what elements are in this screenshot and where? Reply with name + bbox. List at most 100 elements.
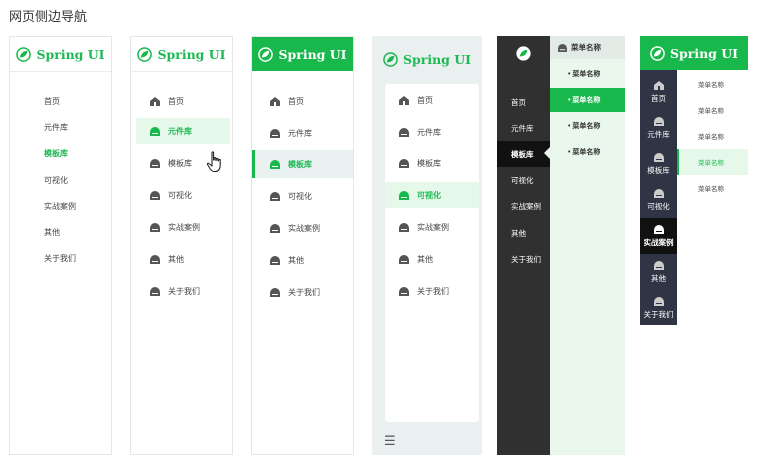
sidebar-dark-submenu: 首页 元件库 模板库 可视化 实战案例 其他 关于我们 菜单名称 • 菜单名称 … [497, 36, 625, 455]
menu-item-components[interactable]: 元件库 [385, 119, 479, 145]
rail-item-templates[interactable]: 模板库 [640, 146, 677, 182]
sidebar-card: Spring UI 首页 元件库 模板库 可视化 实战案例 其他 关于我们 ☰ [372, 36, 482, 455]
dome-icon [653, 224, 664, 234]
rail-item-home[interactable]: 首页 [640, 74, 677, 110]
brand-logo[interactable] [497, 36, 550, 70]
submenu-item[interactable]: • 菜单名称 [550, 140, 625, 164]
dome-icon [653, 260, 664, 270]
dome-icon [270, 128, 280, 138]
sidebar-icon-rail: Spring UI 首页 元件库 模板库 可视化 实战案例 其他 关于我们 菜单… [640, 36, 748, 455]
menu-item-components[interactable]: 元件库 [44, 122, 68, 133]
home-icon [399, 95, 409, 105]
menu-item-other[interactable]: 其他 [385, 246, 479, 272]
dome-icon [150, 254, 160, 264]
menu-toggle-icon[interactable]: ☰ [384, 433, 396, 449]
menu-item-about[interactable]: 关于我们 [385, 278, 479, 304]
brand-logo[interactable]: Spring UI [252, 37, 353, 71]
home-icon [270, 96, 280, 106]
leaf-logo-icon [650, 45, 665, 61]
menu-item-cases[interactable]: 实战案例 [136, 214, 230, 240]
brand-logo[interactable]: Spring UI [10, 37, 111, 72]
dome-icon [270, 223, 280, 233]
submenu-item[interactable]: 菜单名称 [677, 149, 748, 175]
menu-item-home[interactable]: 首页 [385, 87, 479, 113]
rail-item-components[interactable]: 元件库 [640, 110, 677, 146]
menu-item-templates[interactable]: 模板库 [497, 141, 550, 167]
dome-icon [270, 287, 280, 297]
rail-item-about[interactable]: 关于我们 [640, 290, 677, 326]
brand-name: Spring UI [36, 46, 105, 62]
dome-icon [399, 222, 409, 232]
dome-icon [399, 127, 409, 137]
menu-item-other[interactable]: 其他 [44, 227, 60, 238]
brand-name: Spring UI [402, 51, 472, 67]
dome-icon [399, 286, 409, 296]
home-icon [150, 96, 160, 106]
menu-item-about[interactable]: 关于我们 [136, 278, 230, 304]
menu-item-home[interactable]: 首页 [44, 96, 60, 107]
leaf-logo-icon [516, 45, 531, 61]
menu-item-other[interactable]: 其他 [497, 220, 550, 246]
submenu-item[interactable]: 菜单名称 [677, 175, 748, 201]
brand-logo[interactable]: Spring UI [640, 36, 748, 70]
brand-logo[interactable]: Spring UI [372, 36, 482, 82]
menu-item-templates[interactable]: 模板库 [252, 150, 353, 178]
dome-icon [270, 191, 280, 201]
menu-item-cases[interactable]: 实战案例 [252, 214, 353, 242]
rail-item-other[interactable]: 其他 [640, 254, 677, 290]
menu-item-home[interactable]: 首页 [136, 88, 230, 114]
sidebar-with-icons: Spring UI 首页 元件库 模板库 可视化 实战案例 其他 关于我们 [130, 36, 233, 455]
brand-logo[interactable]: Spring UI [131, 37, 232, 72]
menu-item-other[interactable]: 其他 [252, 246, 353, 274]
menu-item-about[interactable]: 关于我们 [252, 278, 353, 306]
home-icon [653, 80, 664, 90]
menu-item-cases[interactable]: 实战案例 [497, 193, 550, 219]
brand-name: Spring UI [278, 46, 347, 62]
leaf-logo-icon [137, 46, 153, 62]
dome-icon [270, 255, 280, 265]
dome-icon [150, 190, 160, 200]
menu-item-other[interactable]: 其他 [136, 246, 230, 272]
rail-item-cases[interactable]: 实战案例 [640, 218, 677, 254]
menu-item-visualization[interactable]: 可视化 [44, 175, 68, 186]
submenu-item[interactable]: 菜单名称 [677, 71, 748, 97]
dome-icon [653, 188, 664, 198]
menu-item-visualization[interactable]: 可视化 [385, 182, 479, 208]
menu-item-components[interactable]: 元件库 [252, 119, 353, 147]
menu-item-visualization[interactable]: 可视化 [497, 167, 550, 193]
menu-item-home[interactable]: 首页 [252, 87, 353, 115]
submenu-item[interactable]: • 菜单名称 [550, 62, 625, 86]
submenu-header: 菜单名称 [550, 36, 625, 59]
dome-icon [558, 43, 567, 52]
submenu-item[interactable]: 菜单名称 [677, 123, 748, 149]
dome-icon [150, 158, 160, 168]
sidebar-green-header: Spring UI 首页 元件库 模板库 可视化 实战案例 其他 关于我们 [251, 36, 354, 455]
dome-icon [270, 159, 280, 169]
submenu-item[interactable]: • 菜单名称 [550, 114, 625, 138]
menu-item-templates[interactable]: 模板库 [385, 150, 479, 176]
menu-item-about[interactable]: 关于我们 [497, 246, 550, 272]
rail-item-visualization[interactable]: 可视化 [640, 182, 677, 218]
submenu-item[interactable]: • 菜单名称 [550, 88, 625, 112]
brand-name: Spring UI [669, 45, 739, 61]
page-title: 网页侧边导航 [9, 9, 88, 24]
dome-icon [399, 158, 409, 168]
sidebar-text-only: Spring UI 首页 元件库 模板库 可视化 实战案例 其他 关于我们 [9, 36, 112, 455]
hand-pointer-icon [206, 151, 221, 173]
leaf-logo-icon [383, 51, 398, 67]
submenu-item[interactable]: 菜单名称 [677, 97, 748, 123]
menu-item-components[interactable]: 元件库 [497, 115, 550, 141]
menu-item-visualization[interactable]: 可视化 [252, 182, 353, 210]
menu-item-components[interactable]: 元件库 [136, 118, 230, 144]
menu-item-about[interactable]: 关于我们 [44, 253, 76, 264]
menu-item-visualization[interactable]: 可视化 [136, 182, 230, 208]
dome-icon [653, 152, 664, 162]
dome-icon [150, 222, 160, 232]
menu-item-templates[interactable]: 模板库 [44, 148, 68, 159]
menu-item-home[interactable]: 首页 [497, 89, 550, 115]
menu-item-cases[interactable]: 实战案例 [44, 201, 76, 212]
menu-item-cases[interactable]: 实战案例 [385, 214, 479, 240]
dome-icon [150, 286, 160, 296]
dome-icon [399, 254, 409, 264]
dome-icon [150, 126, 160, 136]
